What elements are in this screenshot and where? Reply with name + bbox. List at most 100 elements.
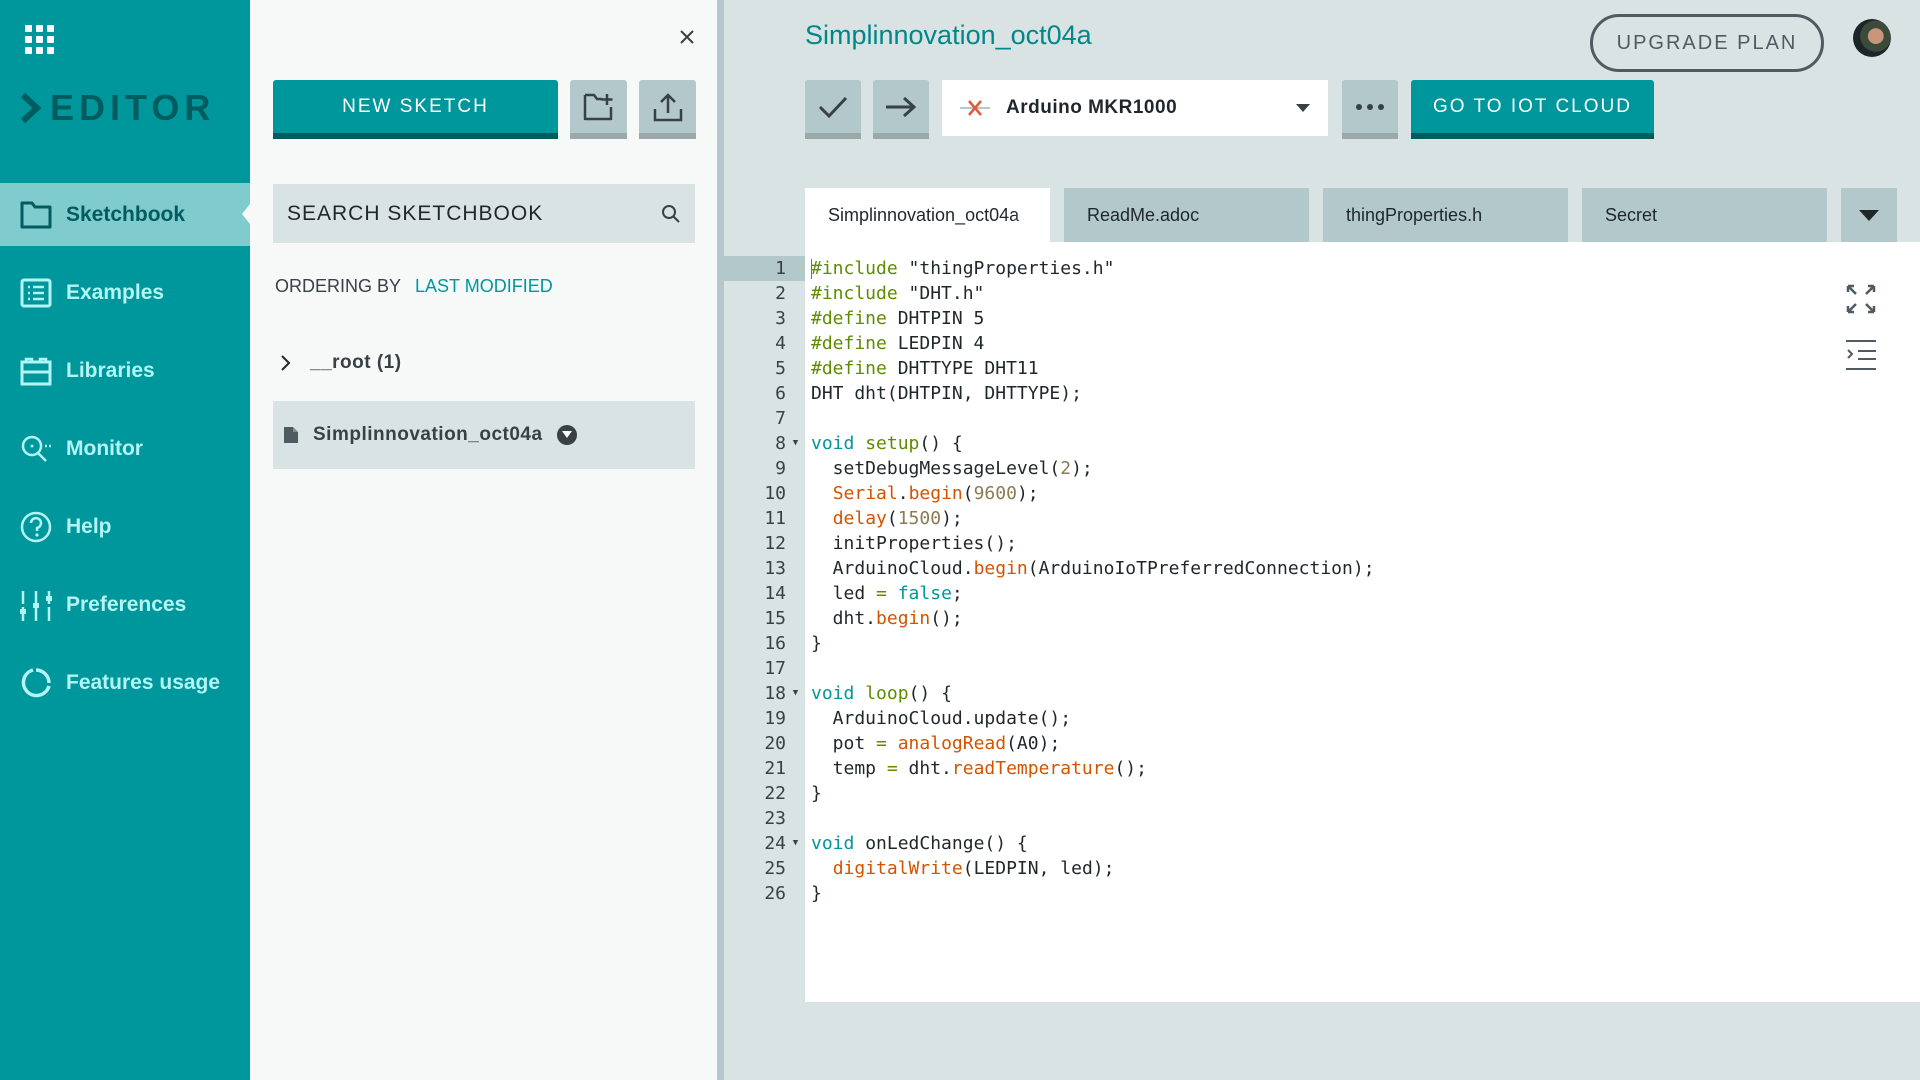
sidebar-item-preferences[interactable]: Preferences: [0, 573, 250, 636]
line-number: 10: [764, 483, 786, 504]
sidebar-item-examples[interactable]: Examples: [0, 261, 250, 324]
panel-resize-handle[interactable]: [717, 0, 724, 1080]
new-folder-button[interactable]: [570, 80, 627, 139]
new-sketch-button[interactable]: NEW SKETCH: [273, 80, 558, 139]
fold-toggle-icon[interactable]: ▼: [786, 681, 805, 706]
code-token: delay: [832, 508, 887, 529]
code-text: #define LEDPIN 4: [805, 331, 984, 356]
code-token: ;: [951, 583, 963, 604]
code-line[interactable]: 4 #define LEDPIN 4: [724, 331, 1920, 356]
code-line[interactable]: 5 #define DHTTYPE DHT11: [724, 356, 1920, 381]
sidebar: EDITOR Sketchbook Examples Libraries Mon…: [0, 0, 250, 1080]
code-line[interactable]: 19 ArduinoCloud.update();: [724, 706, 1920, 731]
code-line[interactable]: 17: [724, 656, 1920, 681]
code-line[interactable]: 22}: [724, 781, 1920, 806]
search-input[interactable]: [287, 201, 661, 226]
code-content[interactable]: 1 #include "thingProperties.h" 2 #include "…: [724, 256, 1920, 906]
code-line[interactable]: 14 led = false;: [724, 581, 1920, 606]
code-token: }: [811, 783, 822, 804]
code-editor[interactable]: 1 #include "thingProperties.h" 2 #include "…: [724, 242, 1920, 1002]
code-token: () {: [908, 683, 952, 704]
code-line[interactable]: 9 setDebugMessageLevel(2);: [724, 456, 1920, 481]
user-avatar[interactable]: [1853, 19, 1891, 57]
code-line[interactable]: 20 pot = analogRead(A0);: [724, 731, 1920, 756]
code-token: LEDPIN 4: [886, 333, 985, 354]
fold-toggle-icon[interactable]: ▼: [786, 831, 805, 856]
code-line[interactable]: 21 temp = dht.readTemperature();: [724, 756, 1920, 781]
close-panel-button[interactable]: [675, 25, 699, 49]
line-number: 24: [764, 833, 786, 854]
verify-button[interactable]: [805, 80, 861, 139]
code-token: );: [1016, 483, 1039, 504]
upgrade-plan-button[interactable]: UPGRADE PLAN: [1590, 14, 1824, 72]
code-line[interactable]: 18 ▼ void loop() {: [724, 681, 1920, 706]
code-line[interactable]: 15 dht.begin();: [724, 606, 1920, 631]
code-token: 9600: [973, 483, 1017, 504]
tab-main-sketch[interactable]: Simplinnovation_oct04a: [805, 188, 1050, 242]
sidebar-item-monitor[interactable]: Monitor: [0, 417, 250, 480]
fold-toggle-icon[interactable]: ▼: [786, 431, 805, 456]
apps-grid-icon[interactable]: [25, 25, 54, 54]
chevron-right-icon: [20, 92, 42, 124]
code-token: =: [876, 583, 887, 604]
code-line[interactable]: 25 digitalWrite(LEDPIN, led);: [724, 856, 1920, 881]
sidebar-item-features-usage[interactable]: Features usage: [0, 651, 250, 714]
line-number: 8: [775, 433, 786, 454]
code-line[interactable]: 11 delay(1500);: [724, 506, 1920, 531]
more-horizontal-icon: [1356, 103, 1384, 110]
sidebar-item-label: Examples: [66, 280, 165, 304]
code-line[interactable]: 7: [724, 406, 1920, 431]
sidebar-item-libraries[interactable]: Libraries: [0, 339, 250, 402]
tab-label: Simplinnovation_oct04a: [828, 204, 1020, 225]
code-line[interactable]: 26}: [724, 881, 1920, 906]
tab-thing-properties[interactable]: thingProperties.h: [1323, 188, 1568, 242]
code-text: dht.begin();: [805, 606, 963, 631]
code-token: loop: [865, 683, 909, 704]
tabs-dropdown-button[interactable]: [1841, 188, 1897, 242]
code-line[interactable]: 13 ArduinoCloud.begin(ArduinoIoTPreferre…: [724, 556, 1920, 581]
code-line[interactable]: 24 ▼ void onLedChange() {: [724, 831, 1920, 856]
search-icon[interactable]: [661, 204, 681, 224]
board-selector[interactable]: Arduino MKR1000: [942, 80, 1328, 136]
code-line[interactable]: 23: [724, 806, 1920, 831]
sidebar-item-help[interactable]: Help: [0, 495, 250, 558]
sketch-menu-button[interactable]: [556, 425, 577, 445]
code-token: () {: [919, 433, 963, 454]
code-line[interactable]: 16}: [724, 631, 1920, 656]
code-line[interactable]: 6 DHT dht(DHTPIN, DHTTYPE);: [724, 381, 1920, 406]
tab-secret[interactable]: Secret: [1582, 188, 1827, 242]
code-line[interactable]: 12 initProperties();: [724, 531, 1920, 556]
code-line[interactable]: 1 #include "thingProperties.h": [724, 256, 1920, 281]
upload-button[interactable]: [639, 80, 696, 139]
folder-root[interactable]: __root (1): [280, 352, 402, 374]
tab-readme[interactable]: ReadMe.adoc: [1064, 188, 1309, 242]
code-token: led: [811, 583, 877, 604]
go-to-iot-cloud-button[interactable]: GO TO IOT CLOUD: [1411, 80, 1654, 139]
code-token: false: [897, 583, 952, 604]
board-name: Arduino MKR1000: [1006, 97, 1178, 118]
sidebar-item-sketchbook[interactable]: Sketchbook: [0, 183, 250, 246]
upload-sketch-button[interactable]: [873, 80, 929, 139]
ordering-value-link[interactable]: LAST MODIFIED: [415, 276, 553, 297]
sketch-list-item[interactable]: Simplinnovation_oct04a: [273, 401, 695, 469]
code-line[interactable]: 8 ▼ void setup() {: [724, 431, 1920, 456]
code-token: Serial: [832, 483, 898, 504]
close-icon: [680, 30, 694, 44]
usage-icon: [20, 667, 52, 699]
code-line[interactable]: 3 #define DHTPIN 5: [724, 306, 1920, 331]
code-line[interactable]: 10 Serial.begin(9600);: [724, 481, 1920, 506]
arrow-right-icon: [886, 96, 917, 117]
fullscreen-button[interactable]: [1844, 282, 1878, 316]
code-line[interactable]: 2 #include "DHT.h": [724, 281, 1920, 306]
indent-button[interactable]: [1844, 338, 1878, 372]
line-number: 13: [764, 558, 786, 579]
more-options-button[interactable]: [1342, 80, 1398, 139]
line-number: 26: [764, 883, 786, 904]
code-token: digitalWrite: [832, 858, 963, 879]
code-token: analogRead: [897, 733, 1007, 754]
code-text: DHT dht(DHTPIN, DHTTYPE);: [805, 381, 1082, 406]
